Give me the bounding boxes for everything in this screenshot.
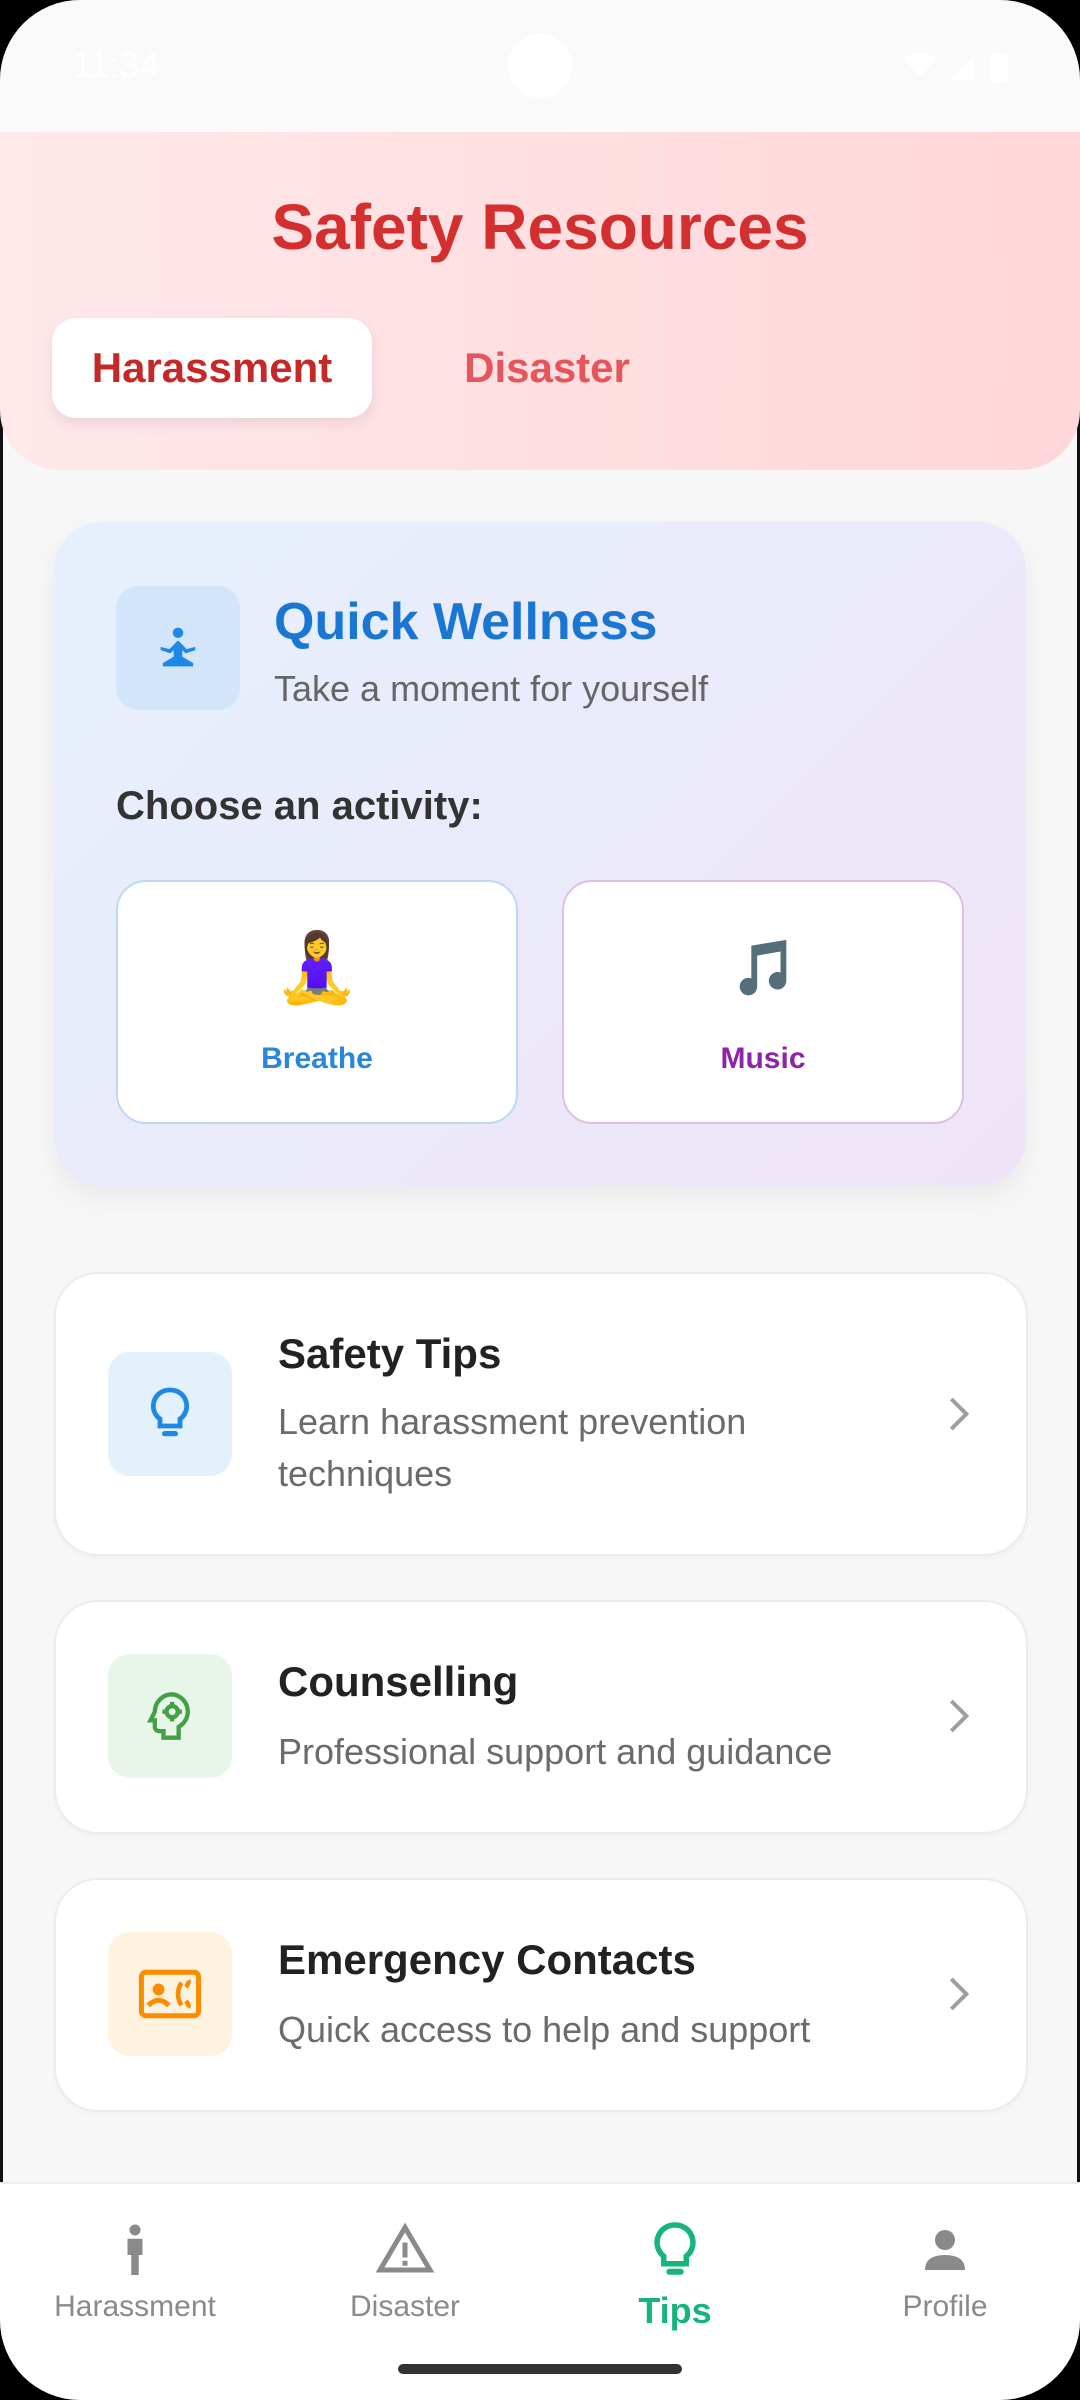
safety-tips-subtitle: Learn harassment prevention techniques — [278, 1401, 747, 1494]
person-standing-icon — [127, 2224, 143, 2275]
music-button[interactable]: Music — [562, 880, 964, 1124]
status-icons — [904, 53, 1008, 82]
chevron-right-icon — [949, 1977, 970, 2011]
safety-tips-card[interactable]: Safety Tips Learn harassment prevention … — [54, 1272, 1028, 1556]
counselling-card[interactable]: Counselling Professional support and gui… — [54, 1600, 1028, 1834]
psychology-icon — [108, 1654, 232, 1778]
activity-prompt: Choose an activity: — [116, 784, 483, 828]
header: Safety Resources Harassment Disaster — [0, 132, 1080, 470]
home-indicator[interactable] — [398, 2364, 682, 2374]
phone-screen: 11:34 Safety Resources Harassment Disast… — [0, 0, 1080, 2400]
chevron-right-icon — [949, 1397, 970, 1431]
meditation-icon — [116, 586, 240, 710]
tab-harassment[interactable]: Harassment — [52, 318, 372, 418]
nav-disaster-label: Disaster — [349, 2290, 461, 2323]
contact-card-icon — [108, 1932, 232, 2056]
nav-tips-label: Tips — [638, 2290, 712, 2331]
lightbulb-icon — [108, 1352, 232, 1476]
lightbulb-icon — [654, 2222, 696, 2275]
breathe-button[interactable]: 🧘‍♀️ Breathe — [116, 880, 518, 1124]
wellness-title: Quick Wellness — [274, 593, 658, 651]
emergency-contacts-title: Emergency Contacts — [278, 1936, 696, 1983]
nav-tips[interactable]: Tips — [540, 2202, 810, 2342]
chevron-right-icon — [949, 1699, 970, 1733]
warning-icon — [375, 2222, 435, 2273]
safety-tips-title: Safety Tips — [278, 1330, 502, 1377]
counselling-subtitle: Professional support and guidance — [278, 1731, 833, 1772]
person-icon — [925, 2230, 965, 2270]
tab-disaster[interactable]: Disaster — [412, 318, 682, 418]
meditating-woman-icon: 🧘‍♀️ — [274, 930, 360, 1006]
status-bar: 11:34 — [0, 0, 1080, 132]
status-time: 11:34 — [72, 44, 160, 85]
page-title: Safety Resources — [271, 191, 809, 263]
emergency-contacts-card[interactable]: Emergency Contacts Quick access to help … — [54, 1878, 1028, 2112]
emergency-contacts-subtitle: Quick access to help and support — [278, 2009, 811, 2050]
nav-profile-label: Profile — [902, 2290, 988, 2323]
wellness-subtitle: Take a moment for yourself — [274, 668, 709, 709]
music-label: Music — [720, 1042, 806, 1075]
breathe-label: Breathe — [261, 1042, 373, 1075]
nav-harassment-label: Harassment — [54, 2290, 216, 2323]
camera-cutout — [508, 34, 572, 98]
counselling-title: Counselling — [278, 1658, 519, 1705]
music-note-icon — [564, 934, 962, 1015]
nav-harassment[interactable]: Harassment — [0, 2202, 270, 2342]
quick-wellness-card: Quick Wellness Take a moment for yoursel… — [54, 522, 1026, 1186]
nav-profile[interactable]: Profile — [810, 2202, 1080, 2342]
nav-disaster[interactable]: Disaster — [270, 2202, 540, 2342]
